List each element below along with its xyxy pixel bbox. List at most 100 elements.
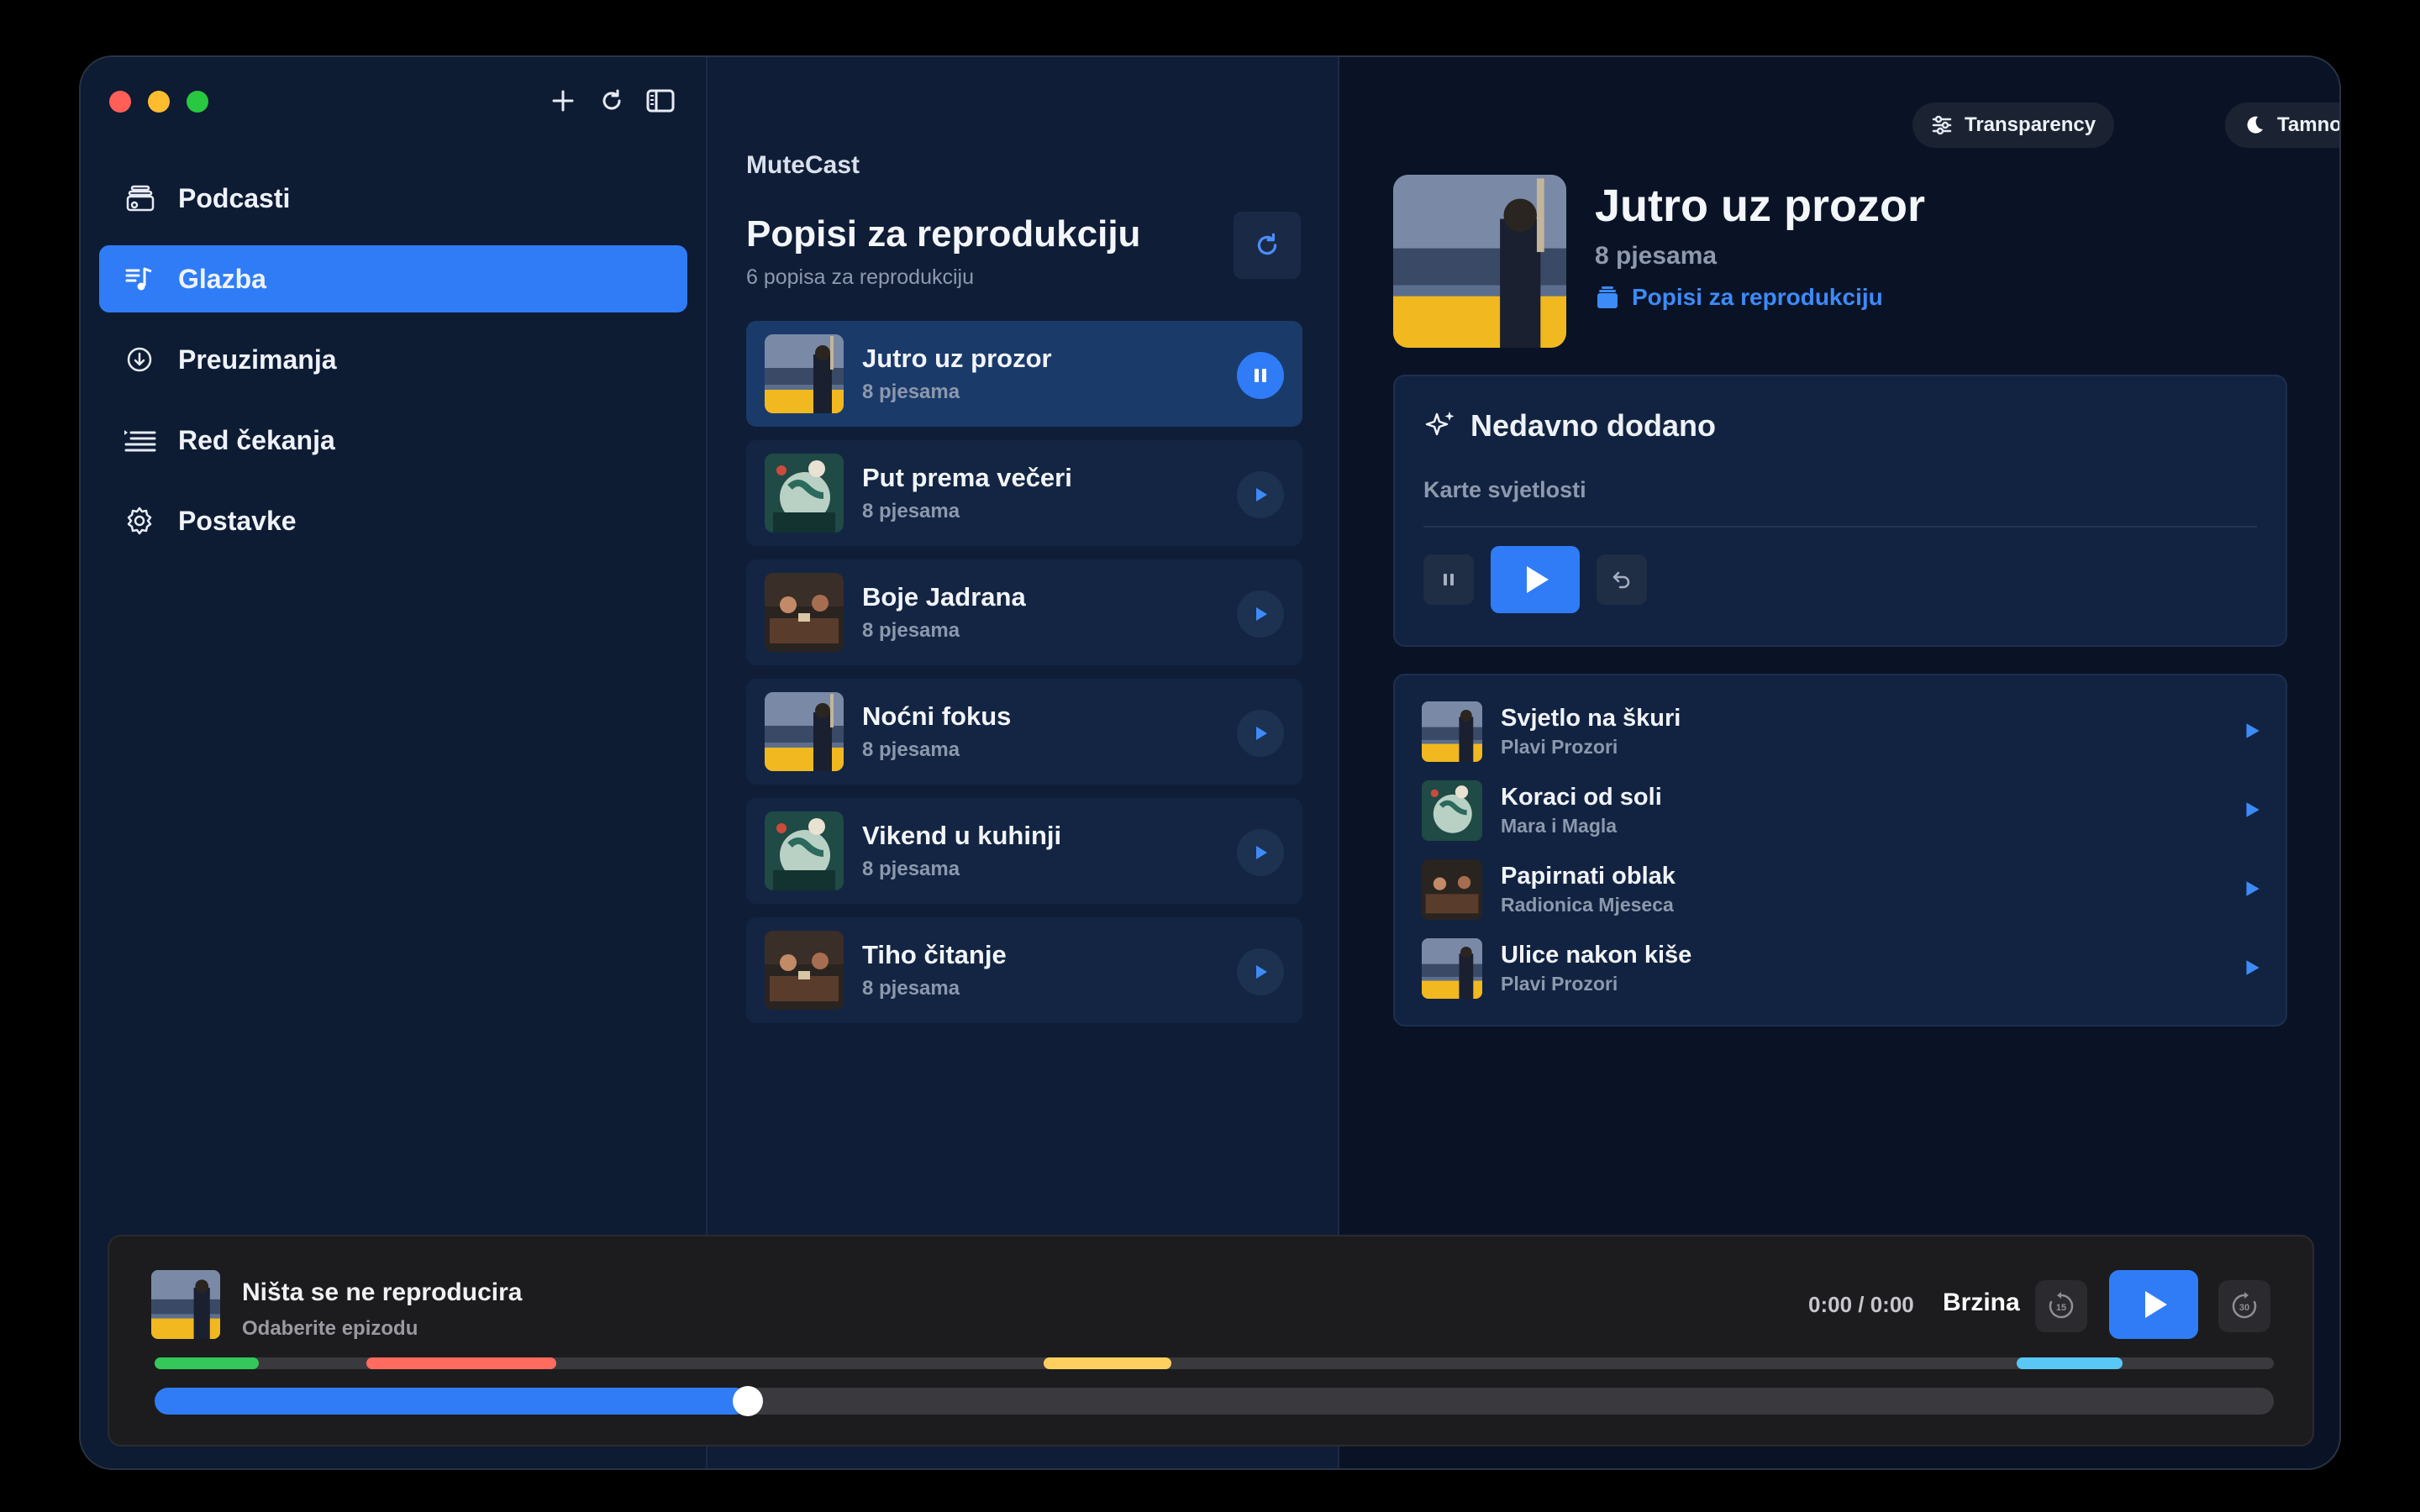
sidebar-item-red-cekanja[interactable]: Red čekanja	[99, 407, 687, 474]
now-playing-artwork	[151, 1270, 220, 1339]
play-icon	[2145, 1291, 2167, 1318]
list-item[interactable]: Put prema večeri 8 pjesama	[746, 440, 1302, 546]
now-playing-title: Ništa se ne reproducira	[242, 1278, 523, 1306]
sidebar-item-label: Postavke	[178, 505, 297, 536]
track-artist: Mara i Magla	[1501, 815, 1618, 837]
add-button[interactable]	[546, 84, 580, 118]
pause-button[interactable]	[1423, 554, 1474, 605]
transparency-button[interactable]: Transparency	[1912, 102, 2115, 148]
list-item[interactable]: Jutro uz prozor 8 pjesama	[746, 321, 1302, 427]
track-name: Svjetlo na škuri	[1501, 705, 1681, 732]
table-row[interactable]: Svjetlo na škuri Plavi Prozori	[1422, 701, 2262, 763]
sidebar-icon	[646, 89, 675, 113]
playlist-list: Jutro uz prozor 8 pjesama Put prema veče…	[746, 321, 1302, 1037]
playlist-name: Noćni fokus	[862, 701, 1012, 731]
playlist-track-count: 8 pjesama	[862, 381, 960, 403]
play-button[interactable]	[2242, 721, 2262, 745]
play-icon	[1256, 607, 1267, 621]
track-name: Koraci od soli	[1501, 784, 1662, 811]
music-icon	[123, 262, 156, 296]
transparency-label: Transparency	[1965, 113, 2096, 136]
progress-slider[interactable]	[155, 1386, 2274, 1416]
queue-icon	[123, 423, 156, 457]
playlist-track-count: 8 pjesama	[862, 858, 960, 880]
play-button[interactable]	[2242, 800, 2262, 824]
podcasts-icon	[123, 181, 156, 215]
playback-time: 0:00 / 0:00	[1808, 1292, 1914, 1317]
chapter-marker[interactable]	[1044, 1357, 1171, 1369]
list-item[interactable]: Tiho čitanje 8 pjesama	[746, 917, 1302, 1023]
play-button[interactable]	[1491, 546, 1580, 613]
sidebar-item-postavke[interactable]: Postavke	[99, 487, 687, 554]
chapter-marker[interactable]	[2017, 1357, 2123, 1369]
now-playing-subtitle: Odaberite epizodu	[242, 1317, 418, 1340]
playlist-track-count: 8 pjesama	[862, 500, 960, 522]
speed-button[interactable]: Brzina	[1943, 1289, 2020, 1317]
play-button[interactable]	[1237, 948, 1284, 995]
play-icon	[2246, 960, 2260, 975]
table-row[interactable]: Ulice nakon kiše Plavi Prozori	[1422, 937, 2262, 1000]
minimize-window-button[interactable]	[148, 91, 170, 113]
playlist-artwork	[765, 334, 844, 413]
table-row[interactable]: Papirnati oblak Radionica Mjeseca	[1422, 858, 2262, 921]
progress-knob[interactable]	[733, 1386, 764, 1416]
track-name: Ulice nakon kiše	[1501, 942, 1692, 969]
list-item[interactable]: Boje Jadrana 8 pjesama	[746, 559, 1302, 665]
play-button[interactable]	[2242, 958, 2262, 982]
window-controls	[109, 91, 208, 113]
theme-toggle[interactable]: Tamno	[2225, 102, 2341, 148]
track-artwork	[1422, 780, 1482, 841]
playlists-link[interactable]: Popisi za reprodukciju	[1595, 284, 1883, 311]
plus-icon	[552, 90, 574, 112]
sidebar-item-preuzimanja[interactable]: Preuzimanja	[99, 326, 687, 393]
skip-forward-seconds: 30	[2239, 1303, 2249, 1313]
gear-icon	[123, 504, 156, 538]
playlist-stack-icon	[1597, 286, 1618, 308]
sidebar-item-label: Red čekanja	[178, 424, 335, 455]
reload-button[interactable]	[595, 84, 629, 118]
playlist-name: Jutro uz prozor	[862, 344, 1052, 373]
play-button[interactable]	[1237, 710, 1284, 757]
sidebar-item-label: Glazba	[178, 263, 266, 294]
playlist-track-count: 8 pjesama	[862, 619, 960, 642]
playlist-name: Boje Jadrana	[862, 582, 1026, 612]
playlist-title: Jutro uz prozor	[1595, 181, 1925, 231]
track-name: Papirnati oblak	[1501, 863, 1676, 890]
play-icon	[1527, 566, 1549, 593]
app-name: MuteCast	[746, 151, 860, 179]
restart-button[interactable]	[1597, 554, 1647, 605]
sidebar-item-glazba[interactable]: Glazba	[99, 245, 687, 312]
playlist-track-count: 8 pjesama	[862, 738, 960, 761]
skip-forward-button[interactable]: 30	[2218, 1280, 2270, 1332]
chapter-marker[interactable]	[366, 1357, 556, 1369]
playlist-name: Put prema večeri	[862, 463, 1072, 492]
sidebar-nav: Podcasti Glazba Preuzimanja Red čekanja	[99, 165, 687, 568]
play-icon	[1256, 727, 1267, 740]
play-button[interactable]	[2242, 879, 2262, 903]
chapter-marker[interactable]	[155, 1357, 259, 1369]
sidebar-item-podcasti[interactable]: Podcasti	[99, 165, 687, 232]
list-item[interactable]: Vikend u kuhinji 8 pjesama	[746, 798, 1302, 904]
play-button[interactable]	[1237, 471, 1284, 518]
toggle-sidebar-button[interactable]	[644, 84, 677, 118]
play-button[interactable]	[1237, 591, 1284, 638]
play-button[interactable]	[1237, 829, 1284, 876]
track-artist: Plavi Prozori	[1501, 736, 1618, 758]
page-title: Popisi za reprodukciju	[746, 213, 1141, 255]
skip-back-button[interactable]: 15	[2035, 1280, 2087, 1332]
refresh-playlists-button[interactable]	[1234, 212, 1301, 279]
zoom-window-button[interactable]	[187, 91, 208, 113]
track-artist: Radionica Mjeseca	[1501, 894, 1674, 916]
main-play-button[interactable]	[2109, 1270, 2198, 1339]
close-window-button[interactable]	[109, 91, 131, 113]
list-item[interactable]: Noćni fokus 8 pjesama	[746, 679, 1302, 785]
theme-label: Tamno	[2277, 113, 2341, 136]
sidebar-toolbar	[546, 84, 677, 118]
sliders-icon	[1932, 115, 1952, 135]
table-row[interactable]: Koraci od soli Mara i Magla	[1422, 780, 2262, 842]
chapter-markers	[155, 1357, 2274, 1369]
playlist-artwork	[765, 454, 844, 533]
skip-back-seconds: 15	[2056, 1303, 2066, 1313]
pause-button[interactable]	[1237, 352, 1284, 399]
app-window: Podcasti Glazba Preuzimanja Red čekanja	[79, 55, 2341, 1470]
